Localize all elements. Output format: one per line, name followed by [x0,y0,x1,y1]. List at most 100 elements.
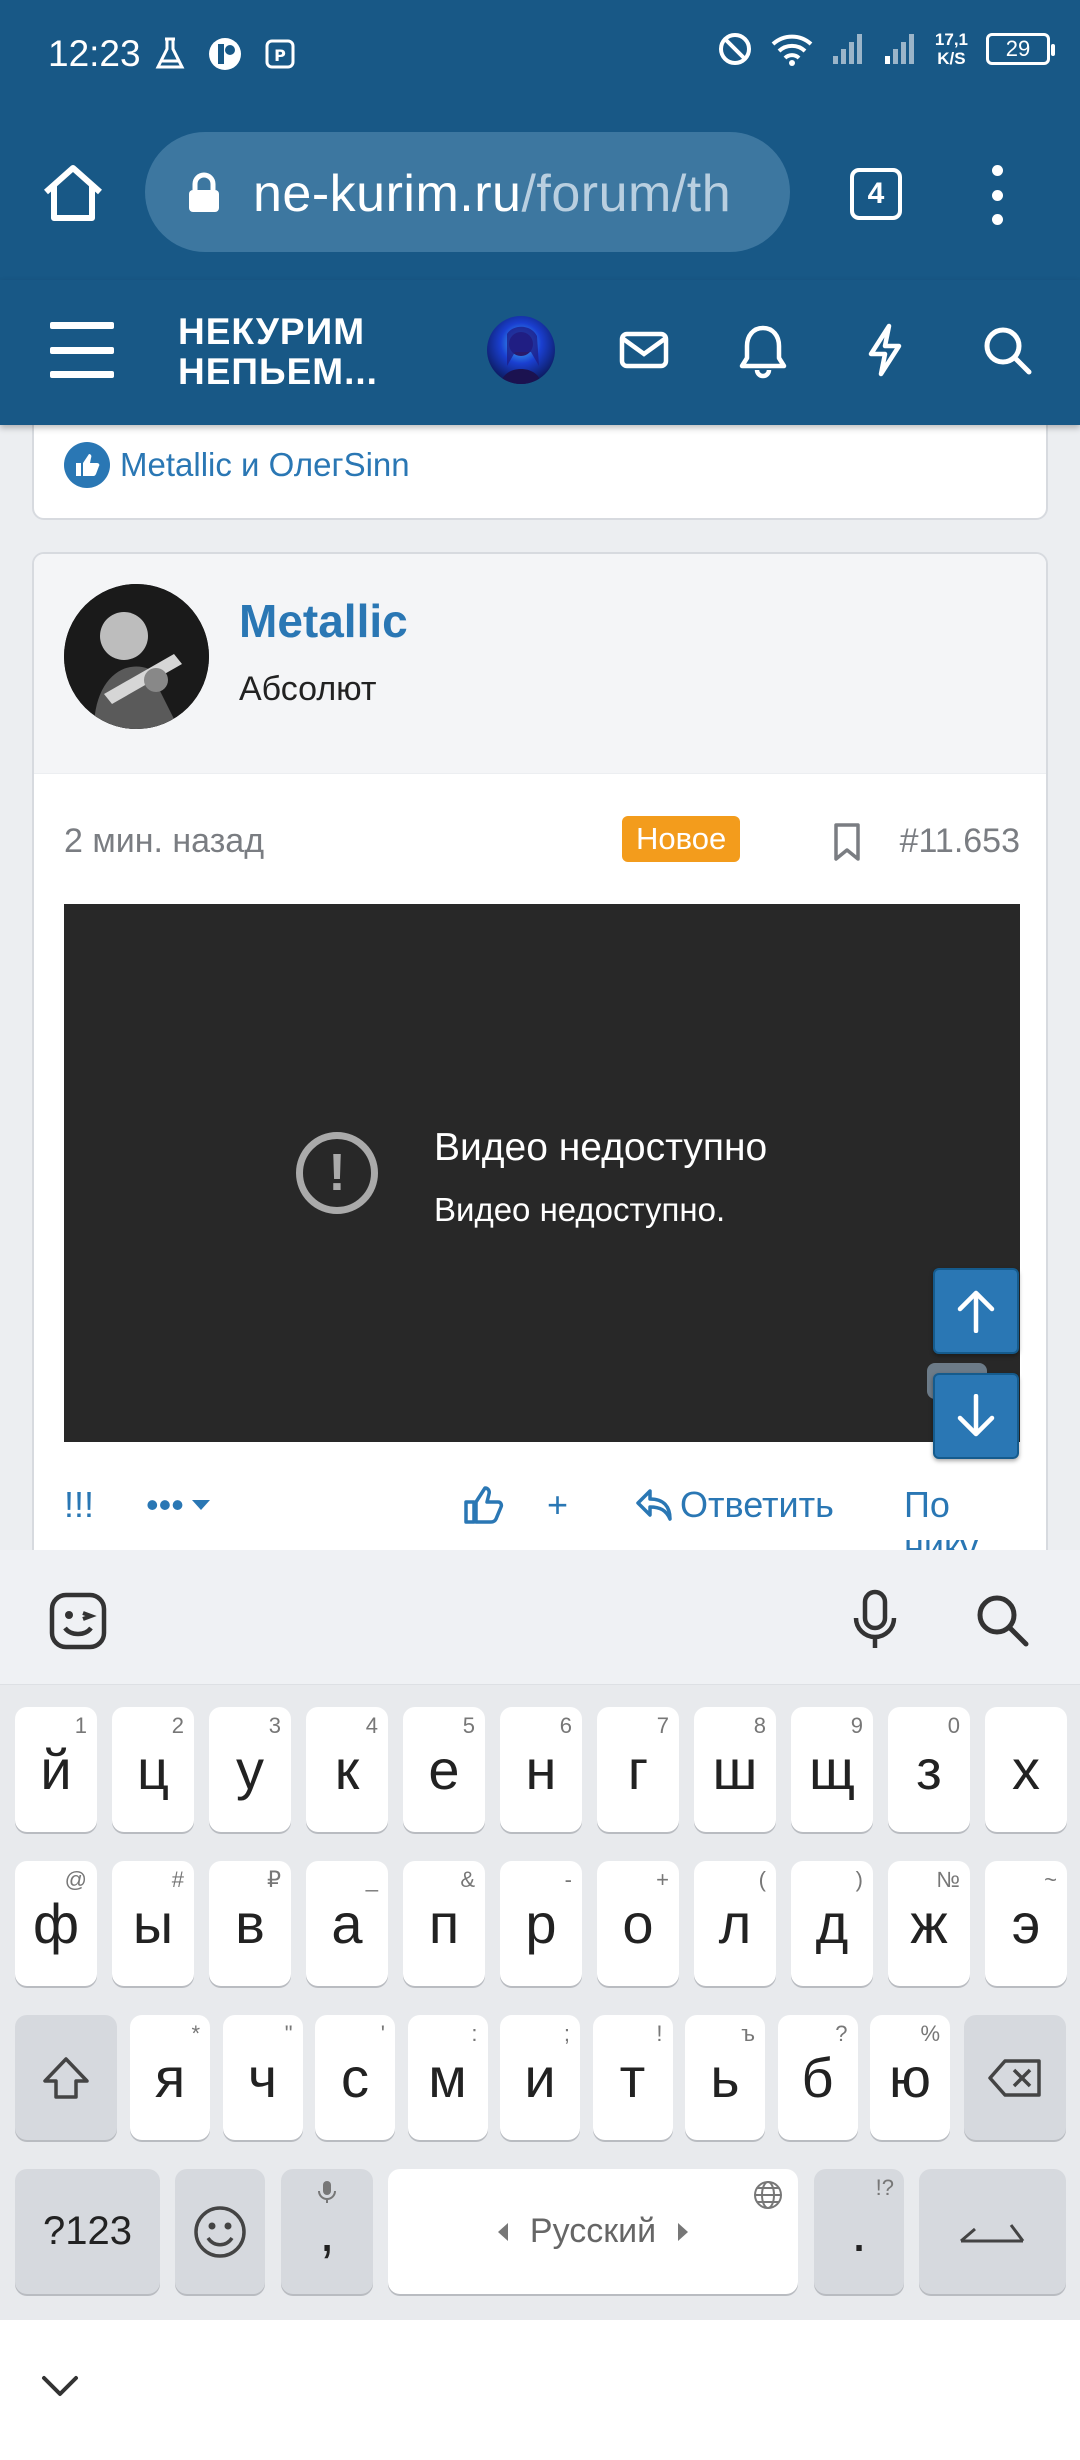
key-row3-6[interactable]: ьъ [685,2015,765,2140]
more-actions-button[interactable]: ••• [146,1484,212,1526]
plus-button[interactable]: + [547,1484,568,1526]
address-bar[interactable]: ne-kurim.ru/forum/th [145,132,790,252]
key-row2-2[interactable]: в ₽ [209,1861,291,1986]
enter-icon [959,2223,1024,2242]
key-row2-3[interactable]: а _ [306,1861,388,1986]
period-key[interactable]: . !? [814,2169,904,2294]
key-row1-3[interactable]: к4 [306,1707,388,1832]
forum-content: Metallic и ОлегSinn Metallic Абсолют 2 м… [0,425,1080,1550]
key-row1-5[interactable]: н6 [500,1707,582,1832]
key-row2-10[interactable]: э ~ [985,1861,1067,1986]
scroll-to-bottom-button[interactable] [933,1373,1019,1459]
reply-icon [636,1489,672,1521]
post-actions: !!! ••• + Ответить По нику [64,1484,1020,1550]
key-row1-8[interactable]: щ9 [791,1707,873,1832]
lightning-icon[interactable] [855,320,915,380]
key-row1-0[interactable]: й1 [15,1707,97,1832]
key-row1-7[interactable]: ш8 [694,1707,776,1832]
key-row2-7[interactable]: л( [694,1861,776,1986]
key-row3-0[interactable]: я * [130,2015,210,2140]
video-embed[interactable]: ! Видео недоступно Видео недоступно. [64,904,1020,1442]
globe-icon [754,2181,782,2209]
reactions-summary[interactable]: Metallic и ОлегSinn [64,442,410,488]
reactions-text: Metallic и ОлегSinn [120,446,410,483]
key-row3-7[interactable]: б? [777,2015,858,2140]
keyboard: й1ц2у3к4е5н6г7ш8щ9з0х ф @ ы # в ₽ а _ п & р - о + л(д)… [0,1685,1080,2320]
hide-keyboard-chevron-icon[interactable] [40,2374,80,2400]
key-row1-9[interactable]: з0 [888,1707,970,1832]
symbols-key[interactable]: ?123 [15,2169,160,2294]
key-row1-4[interactable]: е5 [403,1707,485,1832]
arrow-right-icon [678,2222,689,2241]
comma-key[interactable]: , [281,2169,373,2294]
post-author-header: Metallic Абсолют [34,554,1046,774]
signal-icon-1 [832,34,862,64]
key-row1-6[interactable]: г7 [597,1707,679,1832]
key-row2-5[interactable]: р- [500,1861,582,1986]
arrow-down-icon [957,1394,995,1437]
mail-icon[interactable] [614,320,674,380]
thumbs-up-outline-icon [464,1486,504,1524]
shift-key[interactable] [15,2015,117,2140]
alert-icon: ! [296,1132,378,1214]
key-row3-8[interactable]: ю% [870,2015,950,2140]
author-title: Абсолют [239,670,377,708]
key-row3-2[interactable]: с ' [315,2015,395,2140]
emoji-key[interactable] [175,2169,265,2294]
author-avatar[interactable] [64,584,209,729]
hamburger-menu-icon[interactable] [50,322,114,378]
microphone-icon[interactable] [850,1588,900,1652]
shift-icon [43,2056,89,2099]
url-text: ne-kurim.ru/forum/th [253,165,732,223]
caret-down-icon [191,1500,210,1510]
key-row3-4[interactable]: и; [500,2015,580,2140]
user-avatar[interactable] [487,316,555,384]
reply-button[interactable]: Ответить [634,1484,834,1526]
key-row2-6[interactable]: о + [597,1861,679,1986]
post-meta: 2 мин. назад Новое #11.653 [64,816,1020,866]
key-row2-9[interactable]: ж № [888,1861,970,1986]
bookmark-icon[interactable] [832,822,862,862]
key-row2-1[interactable]: ы # [112,1861,194,1986]
emoji-sticker-icon[interactable] [47,1590,109,1652]
arrow-up-icon [957,1290,995,1333]
key-row2-0[interactable]: ф @ [15,1861,97,1986]
key-row3-1[interactable]: ч " [222,2015,303,2140]
key-row1-2[interactable]: у3 [209,1707,291,1832]
quote-by-nick-button[interactable]: По нику [904,1484,1020,1550]
backspace-key[interactable] [964,2015,1066,2140]
new-badge: Новое [622,816,741,862]
post-time[interactable]: 2 мин. назад [64,822,264,861]
space-key[interactable]: Русский [388,2169,798,2294]
keyboard-search-icon[interactable] [972,1590,1032,1650]
key-row1-1[interactable]: ц2 [112,1707,194,1832]
arrow-left-icon [497,2222,508,2241]
browser-menu-icon[interactable] [985,165,1009,225]
video-error-subtitle: Видео недоступно. [434,1191,726,1228]
svg-text:P: P [274,46,286,65]
tabs-count-button[interactable]: 4 [850,168,902,220]
post-number[interactable]: #11.653 [900,822,1020,861]
scroll-to-top-button[interactable] [933,1268,1019,1354]
enter-key[interactable] [919,2169,1066,2294]
lock-icon [189,172,219,212]
payment-icon: P [265,39,295,69]
network-speed: 17,1 K/S [934,30,968,68]
site-logo[interactable]: НЕКУРИМ НЕПЬЕМ... [178,312,378,392]
author-name[interactable]: Metallic [239,594,408,648]
status-bar: 12:23 P 17,1 K/S 29 [0,0,1080,110]
home-icon[interactable] [40,160,106,226]
site-header: НЕКУРИМ НЕПЬЕМ... [0,280,1080,425]
exclaim-action[interactable]: !!! [64,1484,94,1526]
post-card: Metallic Абсолют 2 мин. назад Новое #11.… [32,552,1048,1550]
search-icon[interactable] [977,320,1037,380]
key-row3-5[interactable]: т! [592,2015,673,2140]
flask-icon [155,37,185,69]
wifi-icon [771,34,813,66]
key-row2-8[interactable]: д) [791,1861,873,1986]
key-row1-10[interactable]: х [985,1707,1067,1832]
key-row2-4[interactable]: п & [403,1861,485,1986]
like-button[interactable] [462,1484,504,1526]
bell-icon[interactable] [733,320,793,380]
key-row3-3[interactable]: м: [407,2015,488,2140]
